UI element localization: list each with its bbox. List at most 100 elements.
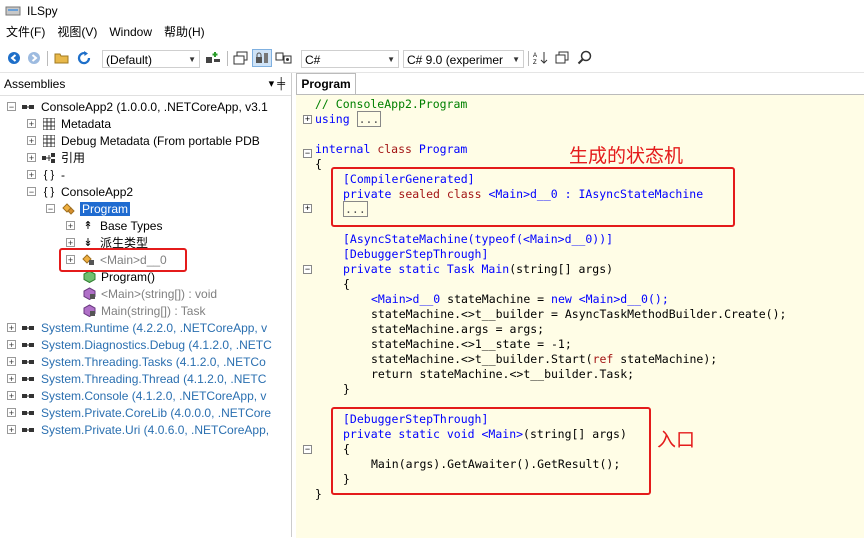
code-type-name: <Main>d__0 <box>371 292 441 306</box>
tree-node-assembly-ref[interactable]: + System.Runtime (4.2.2.0, .NETCoreApp, … <box>7 319 267 336</box>
code-method-name: Main <box>481 262 510 276</box>
tree-node-label: 引用 <box>61 151 86 165</box>
expand-toggle-icon[interactable]: + <box>7 340 16 350</box>
code-comment: // ConsoleApp2.Program <box>315 97 468 111</box>
language-value: C# <box>305 53 321 67</box>
tree-node-program-class[interactable]: − Program <box>46 200 131 217</box>
chevron-down-icon: ▼ <box>188 55 196 64</box>
manage-assembly-lists-button[interactable] <box>204 49 222 67</box>
forward-arrow-icon <box>28 52 40 64</box>
forward-button[interactable] <box>26 49 42 67</box>
sort-icon: AZ <box>533 52 548 65</box>
expand-toggle-icon[interactable]: + <box>7 374 16 384</box>
expand-toggle-icon[interactable]: + <box>7 357 16 367</box>
fold-toggle-icon[interactable]: + <box>303 204 312 213</box>
code-text: stateMachine.<>1__state = -1; <box>371 337 572 351</box>
tree-node-assembly-ref[interactable]: + System.Console (4.1.2.0, .NETCoreApp, … <box>7 387 266 404</box>
code-keyword: private static Task <box>343 262 475 276</box>
panel-pin-button[interactable]: ▾ ╪ <box>269 73 285 95</box>
collapse-all-button[interactable] <box>554 49 572 67</box>
tree-node-debug-metadata[interactable]: + Debug Metadata (From portable PDB <box>27 132 260 149</box>
expand-toggle-icon[interactable]: + <box>27 170 36 180</box>
expand-toggle-icon[interactable]: + <box>7 323 16 333</box>
menu-help[interactable]: 帮助(H) <box>158 22 211 42</box>
base-types-icon: ↟ <box>83 220 93 232</box>
tree-node-consoleapp2-assembly[interactable]: − ConsoleApp2 (1.0.0.0, .NETCoreApp, v3.… <box>7 98 268 115</box>
expand-toggle-icon[interactable]: + <box>7 408 16 418</box>
code-type-name: Program <box>418 142 468 156</box>
menu-window[interactable]: Window <box>103 22 158 42</box>
code-keyword: ref <box>592 352 614 366</box>
show-public-api-button[interactable] <box>232 49 250 67</box>
tree-node-label: Metadata <box>61 116 112 131</box>
code-brace: { <box>343 277 350 291</box>
fold-toggle-icon[interactable]: − <box>303 445 312 454</box>
svg-text:Z: Z <box>533 60 537 65</box>
code-collapsed-region[interactable]: ... <box>356 111 382 127</box>
expand-toggle-icon[interactable]: + <box>7 425 16 435</box>
open-button[interactable] <box>53 49 71 67</box>
code-attribute: [DebuggerStepThrough] <box>343 247 489 261</box>
lock-filter-icon <box>256 52 268 63</box>
tree-node-base-types[interactable]: + ↟ Base Types <box>66 217 162 234</box>
tree-node-assembly-ref[interactable]: + System.Private.Uri (4.0.6.0, .NETCoreA… <box>7 421 269 438</box>
fold-toggle-icon[interactable]: + <box>303 115 312 124</box>
tree-node-assembly-ref[interactable]: + System.Threading.Thread (4.1.2.0, .NET… <box>7 370 266 387</box>
collapse-toggle-icon[interactable]: − <box>27 187 36 197</box>
sort-button[interactable]: AZ <box>532 49 550 67</box>
search-button[interactable] <box>576 49 594 67</box>
collapse-toggle-icon[interactable]: − <box>7 102 16 112</box>
expand-toggle-icon[interactable]: + <box>66 238 75 248</box>
code-params: (string[] args) <box>509 262 614 276</box>
collapse-toggle-icon[interactable]: − <box>46 204 55 214</box>
assembly-icon <box>22 389 36 402</box>
tree-node-assembly-ref[interactable]: + System.Threading.Tasks (4.1.2.0, .NETC… <box>7 353 266 370</box>
title-bar: ILSpy <box>0 0 864 22</box>
tree-node-references[interactable]: + 引用 <box>27 149 85 166</box>
expand-toggle-icon[interactable]: + <box>7 391 16 401</box>
code-brace: { <box>315 157 322 171</box>
language-version-select[interactable]: C# 9.0 (experimer ▼ <box>403 50 524 68</box>
svg-text:A: A <box>533 53 537 59</box>
expand-toggle-icon[interactable]: + <box>27 136 36 146</box>
fold-toggle-icon[interactable]: − <box>303 265 312 274</box>
tab-program[interactable]: Program <box>296 73 356 94</box>
menu-file[interactable]: 文件(F) <box>0 22 51 42</box>
language-select[interactable]: C# ▼ <box>301 50 399 68</box>
code-text: <Main>d__0(); <box>571 292 669 306</box>
show-all-api-button[interactable] <box>274 49 294 67</box>
window-title: ILSpy <box>27 4 58 18</box>
tree-node-label: System.Private.CoreLib (4.0.0.0, .NETCor… <box>41 405 272 420</box>
tree-node-assembly-ref[interactable]: + System.Private.CoreLib (4.0.0.0, .NETC… <box>7 404 271 421</box>
tree-node-main-private-method[interactable]: <Main>(string[]) : void <box>82 285 217 302</box>
code-attribute: [AsyncStateMachine( <box>343 232 475 246</box>
fold-toggle-icon[interactable]: − <box>303 149 312 158</box>
code-editor[interactable]: // ConsoleApp2.Program + using ... − int… <box>296 94 864 538</box>
add-list-icon <box>206 52 220 63</box>
tree-node-main-method[interactable]: Main(string[]) : Task <box>82 302 205 319</box>
tree-node-assembly-ref[interactable]: + System.Diagnostics.Debug (4.1.2.0, .NE… <box>7 336 272 353</box>
assembly-list-select[interactable]: (Default) ▼ <box>102 50 200 68</box>
code-text: stateMachine.args = args; <box>371 322 545 336</box>
expand-toggle-icon[interactable]: + <box>27 119 36 129</box>
expand-toggle-icon[interactable]: + <box>27 153 36 163</box>
code-text: stateMachine.<>t__builder = AsyncTaskMet… <box>371 307 787 321</box>
tree-node-label: System.Runtime (4.2.2.0, .NETCoreApp, v <box>41 320 268 335</box>
tree-node-consoleapp2-namespace[interactable]: − { } ConsoleApp2 <box>27 183 133 200</box>
code-brace: } <box>315 487 322 501</box>
assembly-icon <box>22 355 36 368</box>
metadata-table-icon <box>42 134 56 147</box>
menu-view[interactable]: 视图(V) <box>51 22 103 42</box>
expand-toggle-icon[interactable]: + <box>66 221 75 231</box>
open-folder-icon <box>54 53 69 64</box>
back-arrow-icon <box>8 52 20 64</box>
tree-node-metadata[interactable]: + Metadata <box>27 115 111 132</box>
annotation-state-machine: 生成的状态机 <box>569 145 684 167</box>
tree-node-label: - <box>61 167 65 182</box>
code-keyword: class <box>377 142 412 156</box>
tree-node-label: Base Types <box>100 218 163 233</box>
back-button[interactable] <box>6 49 22 67</box>
tree-node-empty-namespace[interactable]: + { } - <box>27 166 65 183</box>
show-internal-api-button[interactable] <box>252 49 272 67</box>
refresh-button[interactable] <box>75 49 93 67</box>
